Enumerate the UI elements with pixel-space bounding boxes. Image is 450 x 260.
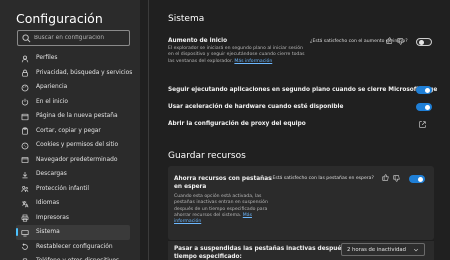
clipboard-icon (22, 127, 28, 135)
inactive-time-value: 2 horas de inactividad (347, 246, 406, 253)
sidebar-item-label: Perfiles (36, 55, 58, 62)
startup-boost-title: Aumento de inicio (168, 38, 228, 44)
sidebar-item-label: Idiomas (36, 200, 60, 207)
sidebar-item-impresoras[interactable]: Impresoras (0, 211, 140, 226)
sidebar-item-label: Protección infantil (36, 185, 89, 192)
sleeping-tabs-feedback: ¿Está satisfecho con las pestañas en esp… (270, 176, 374, 181)
sidebar-nav: Perfiles Privacidad, búsqueda y servicios… (0, 51, 140, 260)
sidebar-item-label: Restablecer configuración (36, 243, 113, 250)
sidebar-item-label: Cookies y permisos del sitio (36, 142, 119, 149)
startup-boost-toggle[interactable] (416, 38, 432, 46)
thumbs-down-icon[interactable] (397, 38, 404, 45)
background-apps-toggle[interactable] (416, 86, 432, 94)
new-tab-icon (21, 113, 29, 120)
browser-icon (21, 157, 29, 163)
sidebar-title: Configuración (16, 11, 103, 26)
language-icon (22, 200, 29, 207)
sidebar-item-sistema[interactable]: Sistema (16, 225, 130, 240)
power-icon (21, 98, 29, 106)
external-link-icon[interactable] (419, 121, 426, 128)
sidebar-item-label: Privacidad, búsqueda y servicios (36, 69, 133, 76)
sleeping-tabs-description: Cuando esta opción está activada, las pe… (174, 194, 268, 225)
sidebar-item-label: Navegador predeterminado (36, 156, 118, 163)
sidebar-item-idiomas[interactable]: Idiomas (0, 196, 140, 211)
thumbs-up-icon[interactable] (382, 174, 389, 181)
sidebar-item-teléfono-y-otros-dispositivos[interactable]: Teléfono y otros dispositivos (0, 254, 140, 260)
sidebar-item-apariencia[interactable]: Apariencia (0, 80, 140, 95)
system-title: Sistema (168, 14, 205, 24)
sidebar-item-cortar-copiar-y-pegar[interactable]: Cortar, copiar y pegar (0, 124, 140, 139)
thumbs-down-icon[interactable] (393, 175, 400, 182)
startup-boost-link[interactable]: Más información (234, 59, 272, 64)
search-icon (22, 34, 31, 43)
hardware-accel-toggle[interactable] (416, 103, 432, 111)
divider (148, 0, 149, 260)
sidebar-item-label: Descargas (36, 171, 67, 178)
chevron-down-icon (413, 248, 419, 252)
sleeping-tabs-toggle[interactable] (409, 175, 425, 183)
proxy-title[interactable]: Abrir la configuración de proxy del equi… (168, 121, 306, 127)
sidebar: Configuración Perfiles Privacidad, búsque… (0, 0, 140, 260)
appearance-icon (21, 84, 29, 91)
sidebar-item-navegador-predeterminado[interactable]: Navegador predeterminado (0, 153, 140, 168)
search-input[interactable] (34, 31, 129, 45)
search-box[interactable] (17, 30, 130, 46)
thumbs-up-icon[interactable] (386, 37, 393, 44)
system-icon (21, 229, 29, 236)
sidebar-item-cookies-y-permisos-del-sitio[interactable]: Cookies y permisos del sitio (0, 138, 140, 153)
sidebar-item-protección-infantil[interactable]: Protección infantil (0, 182, 140, 197)
reset-icon (22, 243, 28, 250)
lock-icon (22, 69, 28, 77)
cookie-icon (21, 142, 29, 149)
sleeping-tabs-title: Ahorra recursos con pestañas en espera (174, 176, 272, 190)
inactive-tabs-title: Pasar a suspendidas las pestañas inactiv… (174, 246, 357, 260)
sidebar-item-label: Cortar, copiar y pegar (36, 127, 101, 134)
sidebar-item-label: Página de la nueva pestaña (36, 113, 118, 120)
hardware-accel-title: Usar aceleración de hardware cuando esté… (168, 104, 344, 110)
sidebar-item-restablecer-configuración[interactable]: Restablecer configuración (0, 240, 140, 255)
sidebar-item-privacidad-búsqueda-y-servicios[interactable]: Privacidad, búsqueda y servicios (0, 66, 140, 81)
sidebar-item-label: Apariencia (36, 84, 68, 91)
sidebar-item-en-el-inicio[interactable]: En el inicio (0, 95, 140, 110)
profile-icon (21, 55, 29, 62)
download-icon (22, 171, 28, 178)
printer-icon (21, 214, 29, 222)
family-icon (21, 185, 29, 193)
sidebar-item-descargas[interactable]: Descargas (0, 167, 140, 182)
startup-boost-description: El explorador se iniciará en segundo pla… (168, 46, 305, 64)
sidebar-item-label: En el inicio (36, 98, 68, 105)
sidebar-item-label: Impresoras (36, 214, 69, 221)
inactive-time-select[interactable]: 2 horas de inactividad (341, 243, 425, 256)
sidebar-item-label: Sistema (36, 229, 60, 236)
resources-title: Guardar recursos (168, 151, 246, 161)
sidebar-item-perfiles[interactable]: Perfiles (0, 51, 140, 66)
sidebar-item-página-de-la-nueva-pestaña[interactable]: Página de la nueva pestaña (0, 109, 140, 124)
background-apps-title: Seguir ejecutando aplicaciones en segund… (168, 87, 438, 93)
